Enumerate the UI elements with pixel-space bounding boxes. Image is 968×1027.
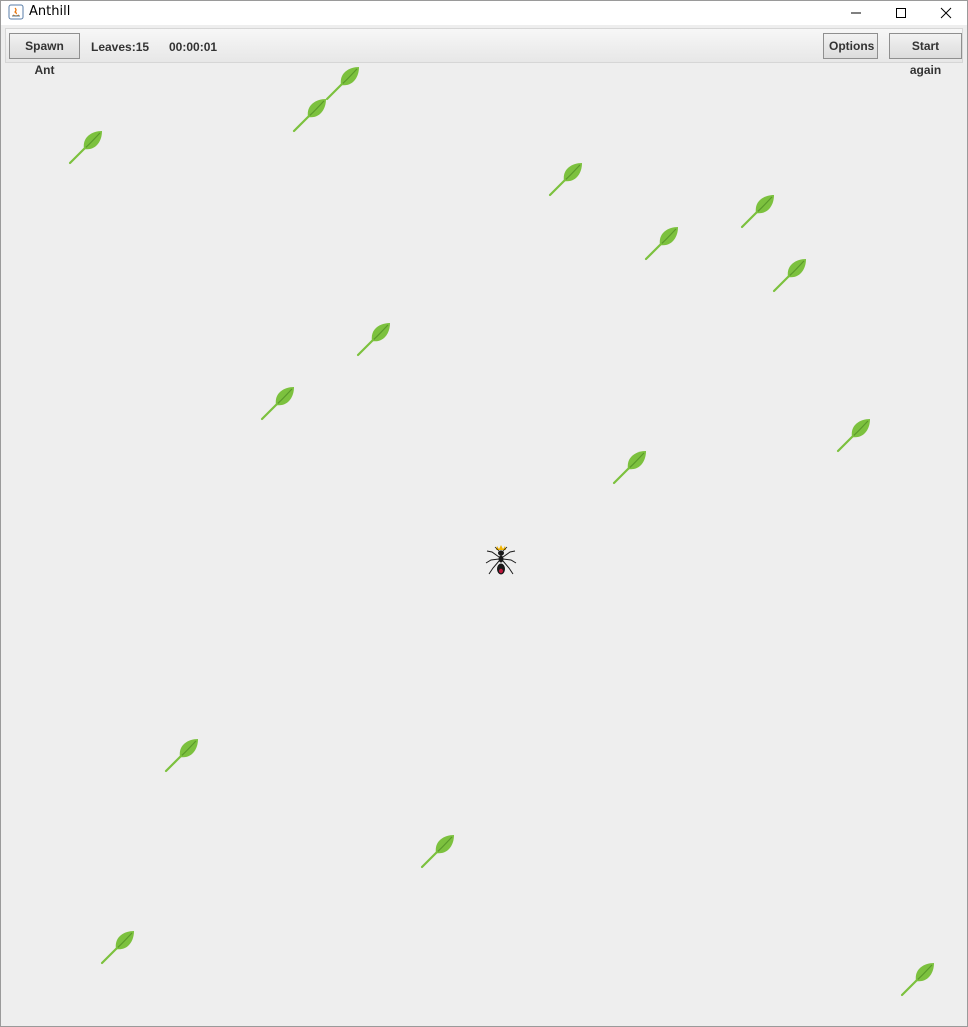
leaf-icon <box>644 225 680 261</box>
leaf-icon <box>164 737 200 773</box>
leaf-icon <box>612 449 648 485</box>
app-window: Anthill Spawn Ant Leaves:15 00:00:01 Opt… <box>0 0 968 1027</box>
window-title: Anthill <box>29 4 71 19</box>
minimize-button[interactable] <box>833 1 879 25</box>
leaf-icon <box>325 65 361 101</box>
leaf-icon <box>292 97 328 133</box>
title-bar: Anthill <box>1 1 967 25</box>
elapsed-timer: 00:00:01 <box>169 40 218 54</box>
leaf-icon <box>356 321 392 357</box>
leaf-icon <box>260 385 296 421</box>
toolbar: Spawn Ant Leaves:15 00:00:01 Options Sta… <box>5 28 963 77</box>
leaf-icon <box>548 161 584 197</box>
game-field[interactable] <box>1 64 967 1026</box>
maximize-button[interactable] <box>878 1 924 25</box>
maximize-icon <box>896 8 906 18</box>
spawn-ant-button[interactable]: Spawn Ant <box>9 33 80 77</box>
leaf-icon <box>68 129 104 165</box>
leaf-icon <box>420 833 456 869</box>
leaf-icon <box>740 193 776 229</box>
leaves-counter: Leaves:15 <box>91 40 150 54</box>
options-button[interactable]: Options <box>823 33 878 59</box>
leaf-icon <box>836 417 872 453</box>
leaf-icon <box>772 257 808 293</box>
close-icon <box>940 7 952 19</box>
leaf-icon <box>900 961 936 997</box>
ant-queen-icon <box>485 545 517 575</box>
start-again-button[interactable]: Start again <box>889 33 962 77</box>
java-app-icon <box>8 4 24 20</box>
minimize-icon <box>851 12 861 14</box>
close-button[interactable] <box>923 1 968 25</box>
leaf-icon <box>100 929 136 965</box>
